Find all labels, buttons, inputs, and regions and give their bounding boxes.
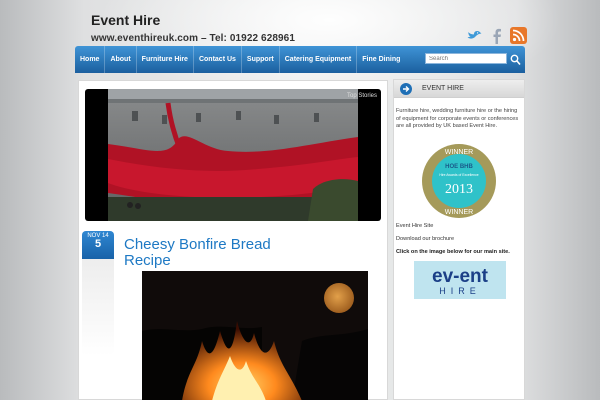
award-caption-text: Hire Awards of Excellence: [439, 173, 478, 177]
award-bottom-text: WINNER: [445, 209, 473, 216]
post-day: 5: [94, 238, 102, 250]
award-top-text: WINNER: [445, 149, 473, 156]
nav-furniture-hire[interactable]: Furniture Hire: [137, 46, 194, 73]
sidebar-description: Furniture hire, wedding furniture hire o…: [396, 108, 519, 130]
sidebar-header: EVENT HIRE: [394, 80, 524, 98]
search-input[interactable]: [425, 53, 507, 64]
slider-label[interactable]: Top Stories: [347, 93, 377, 99]
facebook-icon[interactable]: [488, 27, 505, 44]
slider-image[interactable]: [108, 89, 358, 221]
award-badge[interactable]: WINNER HOE BHB Hire Awards of Excellence…: [421, 143, 497, 224]
logo-main-text: ev-ent: [432, 266, 489, 287]
brochure-link[interactable]: Download our brochure: [396, 236, 454, 242]
rss-icon[interactable]: [510, 27, 527, 44]
social-icons: [466, 27, 527, 44]
event-hire-logo[interactable]: ev-ent HIRE: [414, 261, 506, 299]
main-content: Top Stories NOV 14 5 Cheesy Bonfire Brea…: [78, 80, 388, 400]
date-badge-top: NOV 14 5: [82, 231, 114, 259]
award-year-text: 2013: [445, 182, 473, 197]
twitter-bird-icon[interactable]: [466, 27, 483, 44]
sidebar: EVENT HIRE Furniture hire, wedding furni…: [393, 79, 525, 400]
arrow-right-icon: [400, 82, 412, 95]
site-title[interactable]: Event Hire: [91, 12, 295, 28]
featured-slider[interactable]: Top Stories: [85, 89, 381, 221]
event-hire-site-link[interactable]: Event Hire Site: [396, 223, 433, 229]
date-badge: NOV 14 5: [82, 231, 114, 356]
nav-about[interactable]: About: [105, 46, 137, 73]
site-header: Event Hire www.eventhireuk.com – Tel: 01…: [91, 12, 295, 44]
nav-contact-us[interactable]: Contact Us: [194, 46, 242, 73]
nav-support[interactable]: Support: [242, 46, 280, 73]
logo-sub-text: HIRE: [439, 286, 481, 296]
nav-catering-equipment[interactable]: Catering Equipment: [280, 46, 358, 73]
main-navigation: Home About Furniture Hire Contact Us Sup…: [75, 46, 525, 73]
post-image[interactable]: [142, 271, 368, 400]
search-icon[interactable]: [510, 53, 521, 66]
sidebar-title: EVENT HIRE: [422, 85, 464, 92]
click-instruction: Click on the image below for our main si…: [396, 249, 510, 255]
post-title[interactable]: Cheesy Bonfire Bread Recipe: [124, 237, 314, 269]
nav-fine-dining[interactable]: Fine Dining: [357, 46, 405, 73]
site-tagline: www.eventhireuk.com – Tel: 01922 628961: [91, 33, 296, 44]
nav-home[interactable]: Home: [75, 46, 106, 73]
award-brand-text: HOE BHB: [445, 164, 473, 170]
